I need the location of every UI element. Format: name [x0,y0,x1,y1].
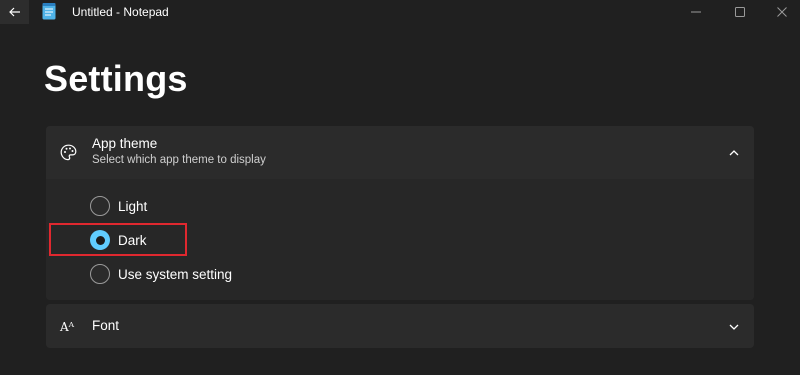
minimize-icon [691,11,701,13]
app-theme-header[interactable]: App theme Select which app theme to disp… [46,126,754,178]
highlight-annotation [49,223,187,256]
back-button[interactable] [0,0,29,24]
page-title: Settings [44,58,188,99]
theme-option-light[interactable]: Light [90,195,147,217]
app-theme-title: App theme [92,136,158,151]
chevron-up-icon[interactable] [728,147,740,159]
font-title: Font [92,318,120,333]
radio-system[interactable] [90,264,110,284]
close-icon [777,7,787,17]
app-theme-card: App theme Select which app theme to disp… [46,126,754,300]
theme-option-label: Use system setting [118,266,233,282]
maximize-icon [735,7,745,17]
theme-option-label: Light [118,198,148,214]
radio-light[interactable] [90,196,110,216]
palette-icon [60,144,77,161]
maximize-button[interactable] [716,0,764,24]
title-bar: Untitled - Notepad [0,0,800,24]
app-theme-subtitle: Select which app theme to display [92,154,266,166]
minimize-button[interactable] [672,0,720,24]
window-title: Untitled - Notepad [72,5,169,19]
notepad-icon [42,3,56,20]
back-arrow-icon [8,7,20,17]
chevron-down-icon[interactable] [728,321,740,333]
theme-option-system[interactable]: Use system setting [90,263,232,285]
font-card[interactable]: Aᴬ Font [46,304,754,348]
close-button[interactable] [758,0,800,24]
font-icon: Aᴬ [60,320,75,334]
